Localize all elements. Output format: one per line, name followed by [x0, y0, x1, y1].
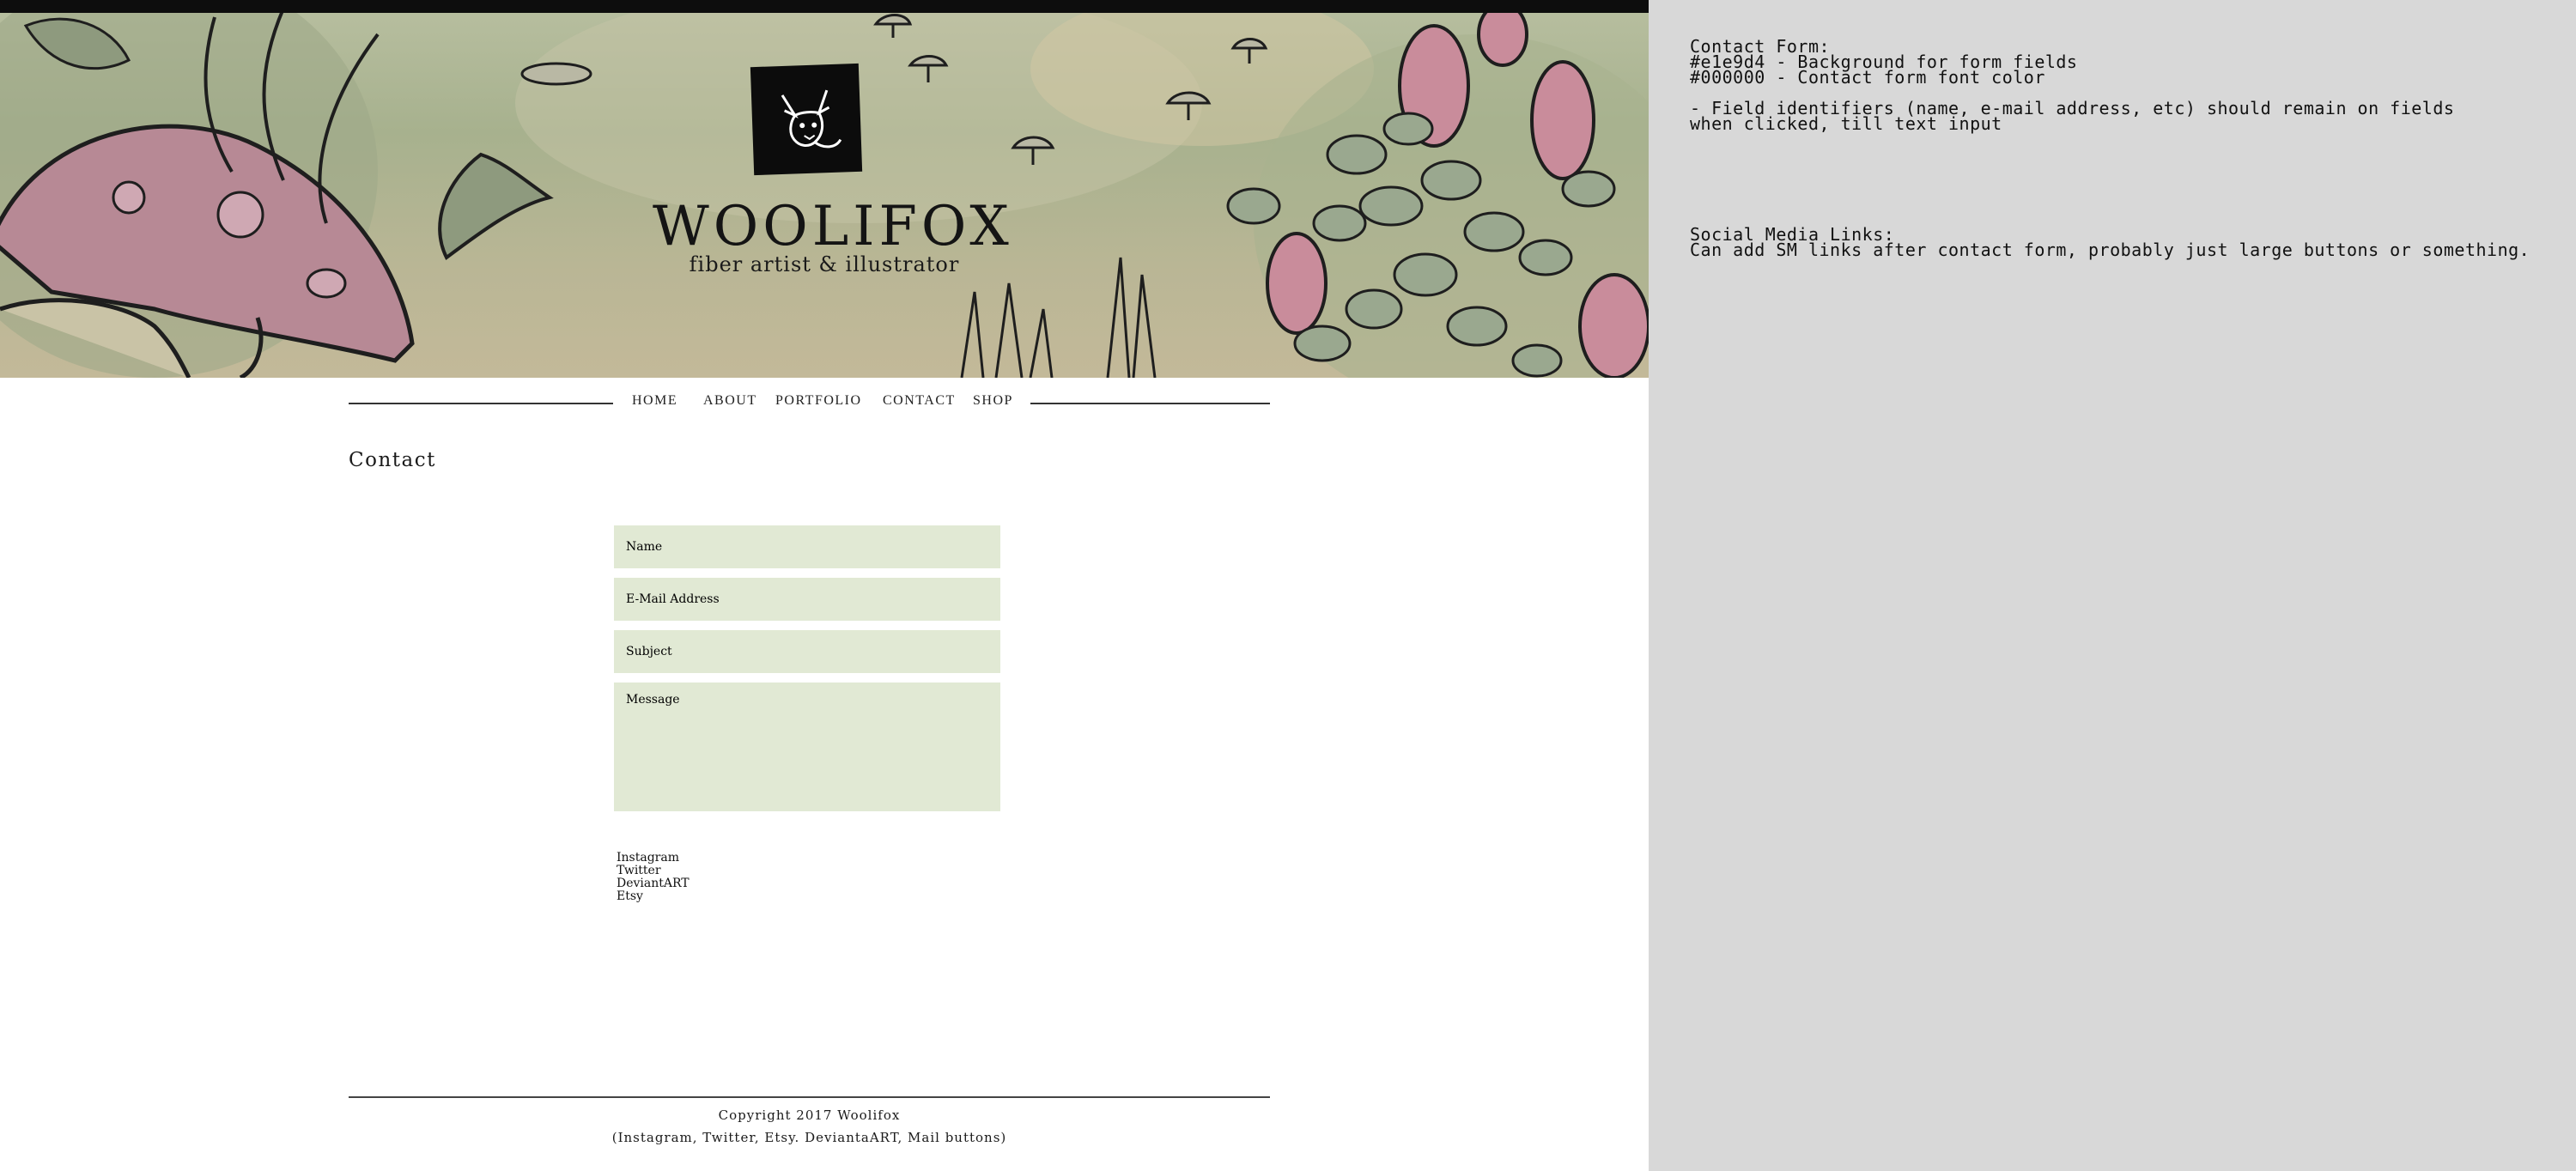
nav-about[interactable]: ABOUT	[703, 393, 757, 409]
subject-field[interactable]	[614, 630, 1000, 673]
note-line: when clicked, till text input	[1690, 113, 2002, 134]
header-banner: WOOLIFOX fiber artist & illustrator	[0, 0, 1649, 378]
nav-portfolio[interactable]: PORTFOLIO	[775, 393, 862, 409]
page-title: Contact	[349, 449, 436, 471]
social-link-twitter[interactable]: Twitter	[617, 865, 690, 877]
top-bar	[0, 0, 1649, 13]
nav-divider-right	[1030, 403, 1270, 404]
social-link-etsy[interactable]: Etsy	[617, 890, 690, 903]
note-line: Can add SM links after contact form, pro…	[1690, 240, 2530, 260]
note-line: #000000 - Contact form font color	[1690, 67, 2045, 88]
footer-divider	[349, 1096, 1270, 1098]
nav-home[interactable]: HOME	[632, 393, 677, 409]
email-field[interactable]	[614, 578, 1000, 621]
nav-divider-left	[349, 403, 613, 404]
copyright-text: Copyright 2017 Woolifox	[718, 1107, 901, 1123]
banner-illustration	[0, 0, 1649, 378]
social-link-instagram[interactable]: Instagram	[617, 852, 690, 865]
fox-logo-icon[interactable]	[750, 63, 863, 176]
brand-title: WOOLIFOX	[653, 195, 1013, 258]
main-navigation: HOME ABOUT PORTFOLIO CONTACT SHOP	[349, 391, 1270, 416]
social-links: Instagram Twitter DeviantART Etsy	[617, 852, 690, 903]
brand-tagline: fiber artist & illustrator	[689, 252, 960, 276]
nav-shop[interactable]: SHOP	[973, 393, 1013, 409]
design-notes-panel: Contact Form: #e1e9d4 - Background for f…	[1649, 0, 2576, 1171]
footer-buttons-note: (Instagram, Twitter, Etsy. DeviantaART, …	[611, 1130, 1007, 1145]
nav-contact[interactable]: CONTACT	[883, 393, 956, 409]
name-field[interactable]	[614, 525, 1000, 568]
website-mockup: WOOLIFOX fiber artist & illustrator HOME…	[0, 0, 1649, 1171]
social-link-deviantart[interactable]: DeviantART	[617, 877, 690, 890]
message-field[interactable]	[614, 683, 1000, 811]
brand: WOOLIFOX fiber artist & illustrator	[653, 195, 1013, 276]
